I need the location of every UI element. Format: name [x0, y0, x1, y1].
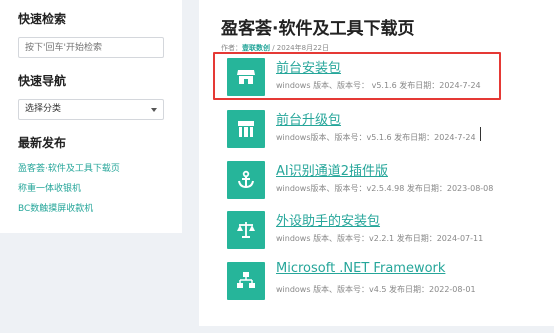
download-item: Microsoft .NET Framework windows 版本、版本号：…: [227, 261, 547, 302]
main-content: 盈客荟·软件及工具下载页 作者：壹联数创 / 2024年8月22日 前台安装包 …: [199, 0, 554, 326]
search-input[interactable]: [18, 37, 164, 58]
category-select[interactable]: 选择分类: [18, 99, 164, 120]
download-item: 前台升级包 windows版本、版本号：v5.1.6 发布日期：2024-7-2…: [227, 110, 547, 150]
recent-link[interactable]: 盈客荟·软件及工具下载页: [18, 161, 120, 174]
item-info: windows版本、版本号：v5.1.6 发布日期：2024-7-24: [276, 133, 476, 142]
meta-prefix: 作者：: [221, 44, 242, 52]
item-info: windows版本、版本号：v2.5.4.98 发布日期：2023-08-08: [276, 184, 494, 193]
text-cursor: [480, 127, 481, 141]
sidebar: 快速检索 快速导航 选择分类 最新发布 盈客荟·软件及工具下载页 称重一体收银机…: [0, 0, 182, 233]
chevron-down-icon: [151, 108, 157, 112]
page-title: 盈客荟·软件及工具下载页: [221, 19, 415, 39]
recent-link[interactable]: BC数触摸屏收款机: [18, 201, 93, 214]
post-date: / 2024年8月22日: [270, 44, 329, 52]
download-link[interactable]: AI识别通道2插件版: [276, 160, 388, 179]
scale-icon[interactable]: [227, 211, 265, 249]
sitemap-icon[interactable]: [227, 262, 265, 300]
download-item: 外设助手的安装包 windows 版本、版本号：v2.2.1 发布日期：2024…: [227, 211, 547, 251]
download-link[interactable]: Microsoft .NET Framework: [276, 261, 445, 276]
nav-heading: 快速导航: [18, 74, 67, 88]
item-info: windows 版本、版本号：v2.2.1 发布日期：2024-07-11: [276, 234, 484, 243]
download-link[interactable]: 外设助手的安装包: [276, 210, 380, 229]
category-select-value: 选择分类: [25, 104, 62, 114]
search-heading: 快速检索: [18, 12, 67, 26]
download-link[interactable]: 前台升级包: [276, 109, 341, 128]
item-info: windows 版本、版本号：v4.5 发布日期：2022-08-01: [276, 285, 476, 294]
anchor-icon[interactable]: [227, 161, 265, 199]
recent-heading: 最新发布: [18, 136, 67, 150]
recent-link[interactable]: 称重一体收银机: [18, 181, 81, 194]
author-link[interactable]: 壹联数创: [242, 44, 270, 52]
download-item: AI识别通道2插件版 windows版本、版本号：v2.5.4.98 发布日期：…: [227, 161, 547, 201]
selection-highlight: [213, 52, 501, 100]
store-front-icon[interactable]: [227, 110, 265, 148]
